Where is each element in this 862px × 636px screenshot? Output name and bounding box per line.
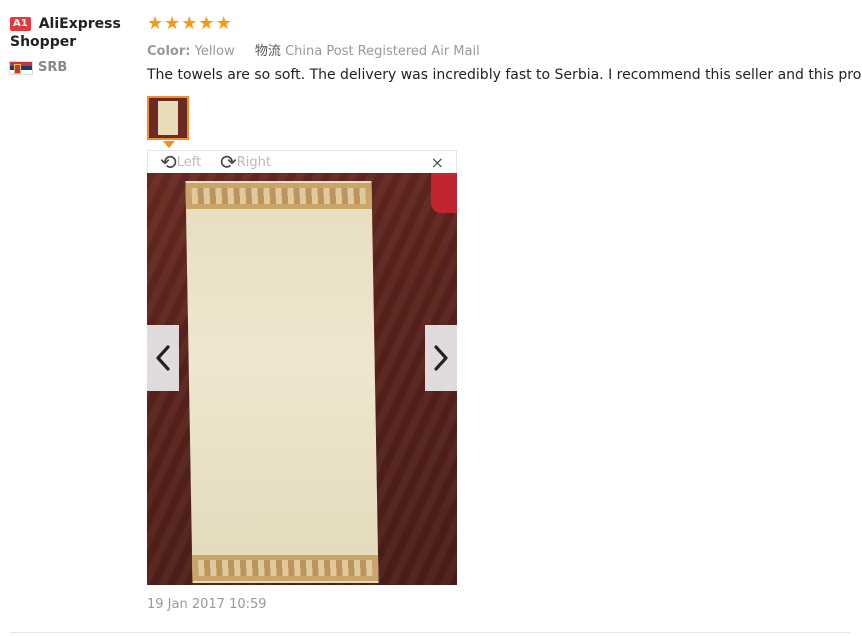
review-date: 19 Jan 2017 10:59 (147, 597, 267, 612)
red-tassel-decoration (431, 173, 457, 213)
towel-photo (185, 181, 379, 583)
rotate-left-icon: ⟲ (160, 150, 177, 174)
logistics-label: 物流 (254, 44, 281, 59)
review-content: ★ ★ ★ ★ ★ Color: Yellow 物流 China Post Re… (147, 14, 862, 612)
selected-thumbnail-caret-icon (163, 141, 175, 148)
color-label: Color: (147, 44, 191, 59)
star-icon: ★ (147, 13, 164, 34)
buyer-level-badge: A1 (10, 17, 31, 31)
rotate-right-button[interactable]: ⟳ Right (220, 152, 271, 172)
reviewer-name-line: A1 AliExpress (10, 16, 140, 32)
photo-viewer: ⟲ Left ⟳ Right × (147, 150, 457, 585)
chevron-right-icon (434, 345, 448, 371)
star-rating: ★ ★ ★ ★ ★ (147, 14, 852, 34)
order-attributes: Color: Yellow 物流 China Post Registered A… (147, 40, 852, 59)
review-divider (10, 632, 850, 633)
photo-viewer-toolbar: ⟲ Left ⟳ Right × (147, 150, 457, 173)
star-icon: ★ (164, 13, 181, 34)
country-code: SRB (38, 60, 68, 75)
rotate-left-label: Left (176, 154, 202, 170)
review-photo-thumbnail[interactable] (147, 96, 189, 140)
star-icon: ★ (198, 13, 215, 34)
review-text: The towels are so soft. The delivery was… (147, 67, 862, 83)
reviewer-name: AliExpress (38, 16, 121, 32)
logistics-value: China Post Registered Air Mail (285, 44, 480, 59)
rotate-right-label: Right (236, 154, 271, 170)
star-icon: ★ (215, 13, 232, 34)
review-item: A1 AliExpress Shopper SRB ★ ★ ★ ★ ★ Colo… (0, 0, 862, 636)
star-icon: ★ (181, 13, 198, 34)
chevron-left-icon (156, 345, 170, 371)
close-icon[interactable]: × (431, 153, 444, 172)
serbia-flag-icon (10, 61, 32, 74)
reviewer-country: SRB (10, 60, 140, 75)
rotate-left-button[interactable]: ⟲ Left (160, 152, 201, 172)
color-value: Yellow (194, 44, 235, 59)
rotate-right-icon: ⟳ (220, 150, 237, 174)
previous-photo-button[interactable] (147, 325, 179, 391)
reviewer-name-continued: Shopper (10, 34, 77, 50)
reviewer-info: A1 AliExpress Shopper SRB (10, 16, 140, 75)
review-photo-large (147, 173, 457, 585)
next-photo-button[interactable] (425, 325, 457, 391)
